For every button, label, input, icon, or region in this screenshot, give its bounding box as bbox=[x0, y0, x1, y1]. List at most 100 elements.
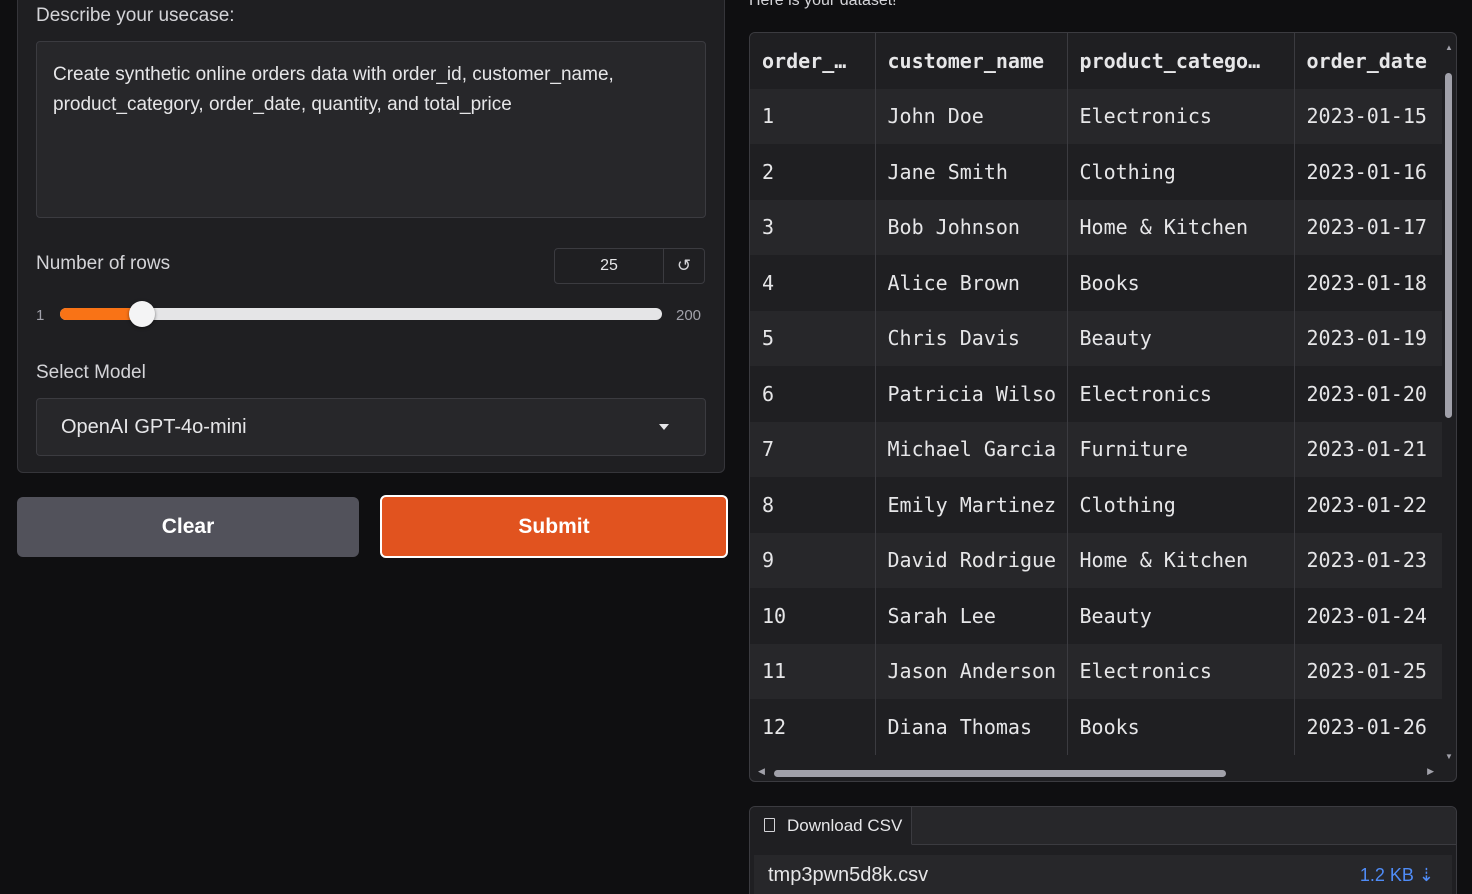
cell-order-date[interactable]: 2023-01-15 bbox=[1294, 88, 1442, 144]
cell-customer-name[interactable]: David Rodriguez bbox=[875, 532, 1068, 588]
column-header-order-id[interactable]: order_… bbox=[750, 33, 876, 89]
cell-order-date[interactable]: 2023-01-25 bbox=[1294, 643, 1442, 699]
cell-order-id[interactable]: 2 bbox=[750, 144, 876, 200]
cell-order-id[interactable]: 1 bbox=[750, 88, 876, 144]
cell-order-id[interactable]: 5 bbox=[750, 310, 876, 366]
cell-customer-name[interactable]: Jason Anderson bbox=[875, 643, 1068, 699]
cell-text: Books bbox=[1079, 270, 1140, 295]
cell-order-date[interactable]: 2023-01-26 bbox=[1294, 699, 1442, 755]
cell-text: 1 bbox=[762, 104, 775, 129]
vertical-scrollbar[interactable]: ▲ ▼ bbox=[1445, 43, 1453, 761]
file-size-download-link[interactable]: 1.2 KB ⇣ bbox=[1360, 855, 1434, 894]
cell-text: 12 bbox=[762, 714, 787, 739]
cell-product-category[interactable]: Electronics bbox=[1067, 366, 1295, 422]
cell-text: 6 bbox=[762, 381, 775, 406]
model-dropdown[interactable]: OpenAI GPT-4o-mini bbox=[36, 398, 706, 456]
table-header-row: order_… customer_name product_catego… order… bbox=[750, 33, 1442, 89]
cell-customer-name[interactable]: Jane Smith bbox=[875, 144, 1068, 200]
cell-order-date[interactable]: 2023-01-18 bbox=[1294, 255, 1442, 311]
cell-order-id[interactable]: 9 bbox=[750, 532, 876, 588]
table-row: 12 Diana Thomas Books 2023-01-26 bbox=[750, 699, 1442, 755]
cell-order-date[interactable]: 2023-01-16 bbox=[1294, 144, 1442, 200]
cell-product-category[interactable]: Beauty bbox=[1067, 588, 1295, 644]
download-csv-tab[interactable]: Download CSV bbox=[750, 807, 912, 845]
cell-customer-name[interactable]: Emily Martinez bbox=[875, 477, 1068, 533]
submit-button[interactable]: Submit bbox=[380, 495, 728, 558]
scroll-up-icon[interactable]: ▲ bbox=[1445, 43, 1453, 52]
cell-text: Books bbox=[1079, 714, 1140, 739]
cell-order-id[interactable]: 4 bbox=[750, 255, 876, 311]
table-row: 6 Patricia Wilson Electronics 2023-01-20 bbox=[750, 366, 1442, 422]
rows-label: Number of rows bbox=[36, 253, 171, 274]
cell-customer-name[interactable]: Bob Johnson bbox=[875, 199, 1068, 255]
cell-order-date[interactable]: 2023-01-21 bbox=[1294, 421, 1442, 477]
cell-text: 10 bbox=[762, 603, 787, 628]
cell-text: Michael Garcia bbox=[887, 437, 1056, 462]
file-name[interactable]: tmp3pwn5d8k.csv bbox=[768, 864, 928, 886]
cell-product-category[interactable]: Books bbox=[1067, 699, 1295, 755]
scroll-left-icon[interactable]: ◀ bbox=[758, 766, 765, 777]
cell-product-category[interactable]: Electronics bbox=[1067, 643, 1295, 699]
horizontal-scroll-thumb[interactable] bbox=[774, 770, 1226, 777]
table-row: 8 Emily Martinez Clothing 2023-01-22 bbox=[750, 477, 1442, 533]
rows-value[interactable]: 25 bbox=[555, 249, 664, 283]
cell-order-id[interactable]: 3 bbox=[750, 199, 876, 255]
table-row: 4 Alice Brown Books 2023-01-18 bbox=[750, 255, 1442, 311]
cell-order-id[interactable]: 12 bbox=[750, 699, 876, 755]
column-header-customer-name[interactable]: customer_name bbox=[875, 33, 1068, 89]
cell-order-date[interactable]: 2023-01-20 bbox=[1294, 366, 1442, 422]
file-icon bbox=[764, 818, 775, 832]
cell-order-id[interactable]: 6 bbox=[750, 366, 876, 422]
slider-max-label: 200 bbox=[676, 307, 702, 324]
cell-text: 11 bbox=[762, 659, 787, 684]
column-header-product-category[interactable]: product_catego… bbox=[1067, 33, 1295, 89]
cell-product-category[interactable]: Clothing bbox=[1067, 477, 1295, 533]
rows-number-input[interactable]: 25 ↺ bbox=[554, 248, 705, 284]
clear-button[interactable]: Clear bbox=[17, 497, 359, 557]
table-row: 10 Sarah Lee Beauty 2023-01-24 bbox=[750, 588, 1442, 644]
input-form-panel: Describe your usecase: Create synthetic … bbox=[17, 0, 725, 473]
cell-product-category[interactable]: Home & Kitchen bbox=[1067, 532, 1295, 588]
cell-text: David Rodriguez bbox=[887, 548, 1056, 573]
reset-icon[interactable]: ↺ bbox=[664, 249, 704, 283]
cell-customer-name[interactable]: Chris Davis bbox=[875, 310, 1068, 366]
cell-customer-name[interactable]: Alice Brown bbox=[875, 255, 1068, 311]
cell-customer-name[interactable]: Diana Thomas bbox=[875, 699, 1068, 755]
cell-product-category[interactable]: Furniture bbox=[1067, 421, 1295, 477]
cell-text: Electronics bbox=[1079, 659, 1212, 684]
cell-order-id[interactable]: 10 bbox=[750, 588, 876, 644]
download-tab-label: Download CSV bbox=[787, 816, 903, 835]
cell-product-category[interactable]: Beauty bbox=[1067, 310, 1295, 366]
cell-customer-name[interactable]: Michael Garcia bbox=[875, 421, 1068, 477]
download-panel: Download CSV tmp3pwn5d8k.csv 1.2 KB ⇣ bbox=[749, 806, 1457, 894]
usecase-textarea[interactable]: Create synthetic online orders data with… bbox=[36, 41, 706, 218]
cell-order-date[interactable]: 2023-01-22 bbox=[1294, 477, 1442, 533]
cell-product-category[interactable]: Clothing bbox=[1067, 144, 1295, 200]
cell-text: 2023-01-15 bbox=[1306, 104, 1427, 129]
cell-order-date[interactable]: 2023-01-24 bbox=[1294, 588, 1442, 644]
table-row: 1 John Doe Electronics 2023-01-15 bbox=[750, 88, 1442, 144]
cell-product-category[interactable]: Electronics bbox=[1067, 88, 1295, 144]
cell-order-id[interactable]: 8 bbox=[750, 477, 876, 533]
cell-order-date[interactable]: 2023-01-19 bbox=[1294, 310, 1442, 366]
file-item[interactable]: tmp3pwn5d8k.csv 1.2 KB ⇣ bbox=[754, 855, 1452, 894]
cell-customer-name[interactable]: Patricia Wilson bbox=[875, 366, 1068, 422]
column-header-order-date[interactable]: order_date bbox=[1294, 33, 1442, 89]
cell-product-category[interactable]: Home & Kitchen bbox=[1067, 199, 1295, 255]
horizontal-scrollbar[interactable]: ◀ ▶ bbox=[758, 766, 1434, 779]
cell-order-id[interactable]: 11 bbox=[750, 643, 876, 699]
cell-order-date[interactable]: 2023-01-23 bbox=[1294, 532, 1442, 588]
slider-thumb[interactable] bbox=[129, 301, 156, 327]
cell-text: Jason Anderson bbox=[887, 659, 1056, 684]
scroll-down-icon[interactable]: ▼ bbox=[1445, 752, 1453, 761]
cell-customer-name[interactable]: John Doe bbox=[875, 88, 1068, 144]
rows-slider[interactable] bbox=[60, 301, 662, 327]
cell-order-id[interactable]: 7 bbox=[750, 421, 876, 477]
scroll-right-icon[interactable]: ▶ bbox=[1427, 766, 1434, 777]
data-grid: order_… customer_name product_catego… order… bbox=[750, 33, 1442, 755]
cell-customer-name[interactable]: Sarah Lee bbox=[875, 588, 1068, 644]
cell-product-category[interactable]: Books bbox=[1067, 255, 1295, 311]
cell-text: 4 bbox=[762, 270, 775, 295]
cell-order-date[interactable]: 2023-01-17 bbox=[1294, 199, 1442, 255]
vertical-scroll-thumb[interactable] bbox=[1445, 73, 1452, 418]
